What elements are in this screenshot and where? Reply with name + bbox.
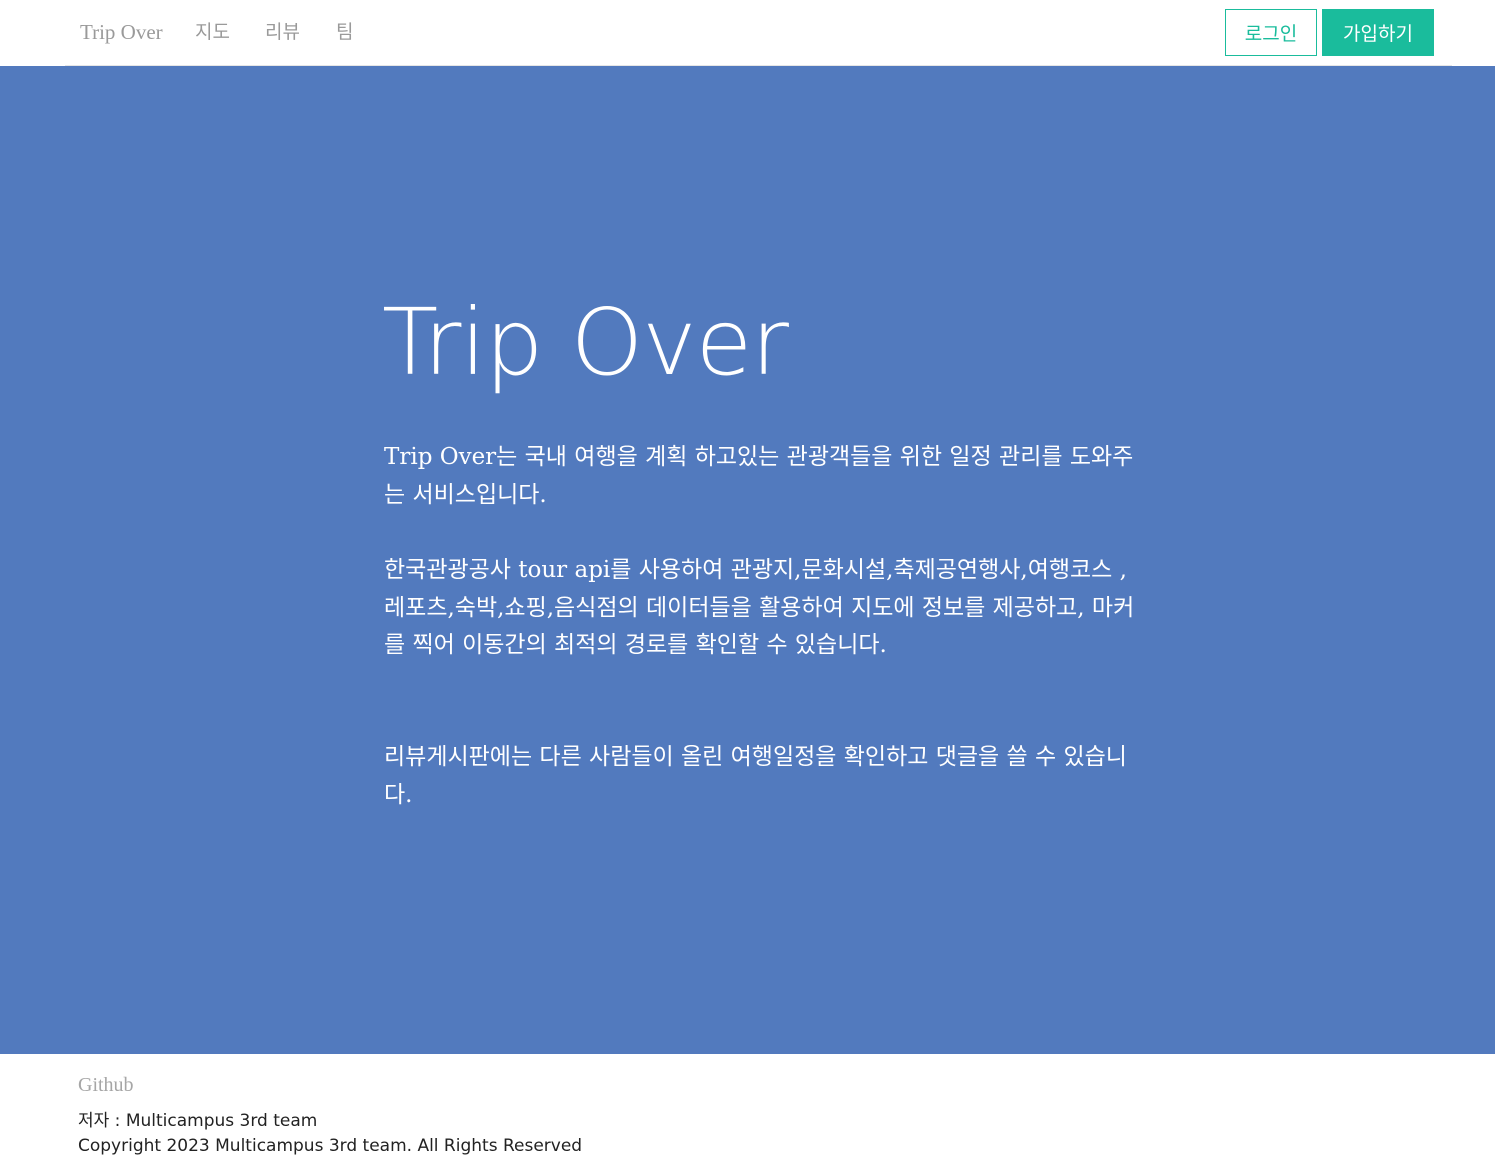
login-button[interactable]: 로그인 — [1225, 9, 1317, 56]
footer-author: 저자 : Multicampus 3rd team — [78, 1111, 318, 1131]
footer-copyright: Copyright 2023 Multicampus 3rd team. All… — [78, 1136, 583, 1156]
nav-link-team[interactable]: 팀 — [336, 18, 353, 46]
hero-features-paragraph: 한국관광공사 tour api를 사용하여 관광지,문화시설,축제공연행사,여행… — [384, 557, 1135, 658]
footer: Github 저자 : Multicampus 3rd team Copyrig… — [0, 1054, 1495, 1161]
navbar: Trip Over 지도 리뷰 팀 로그인 가입하기 — [0, 0, 1495, 66]
hero-review-paragraph: 리뷰게시판에는 다른 사람들이 올린 여행일정을 확인하고 댓글을 쓸 수 있습… — [384, 744, 1127, 808]
nav-brand-link[interactable]: Trip Over — [80, 18, 163, 46]
nav-link-map[interactable]: 지도 — [195, 18, 230, 46]
github-link[interactable]: Github — [78, 1074, 134, 1097]
hero-title: Trip Over — [382, 289, 789, 396]
signup-button[interactable]: 가입하기 — [1322, 9, 1434, 56]
nav-link-review[interactable]: 리뷰 — [265, 18, 300, 46]
hero-intro-paragraph: Trip Over는 국내 여행을 계획 하고있는 관광객들을 위한 일정 관리… — [384, 444, 1134, 508]
hero-section: Trip Over Trip Over는 국내 여행을 계획 하고있는 관광객들… — [0, 66, 1495, 1054]
